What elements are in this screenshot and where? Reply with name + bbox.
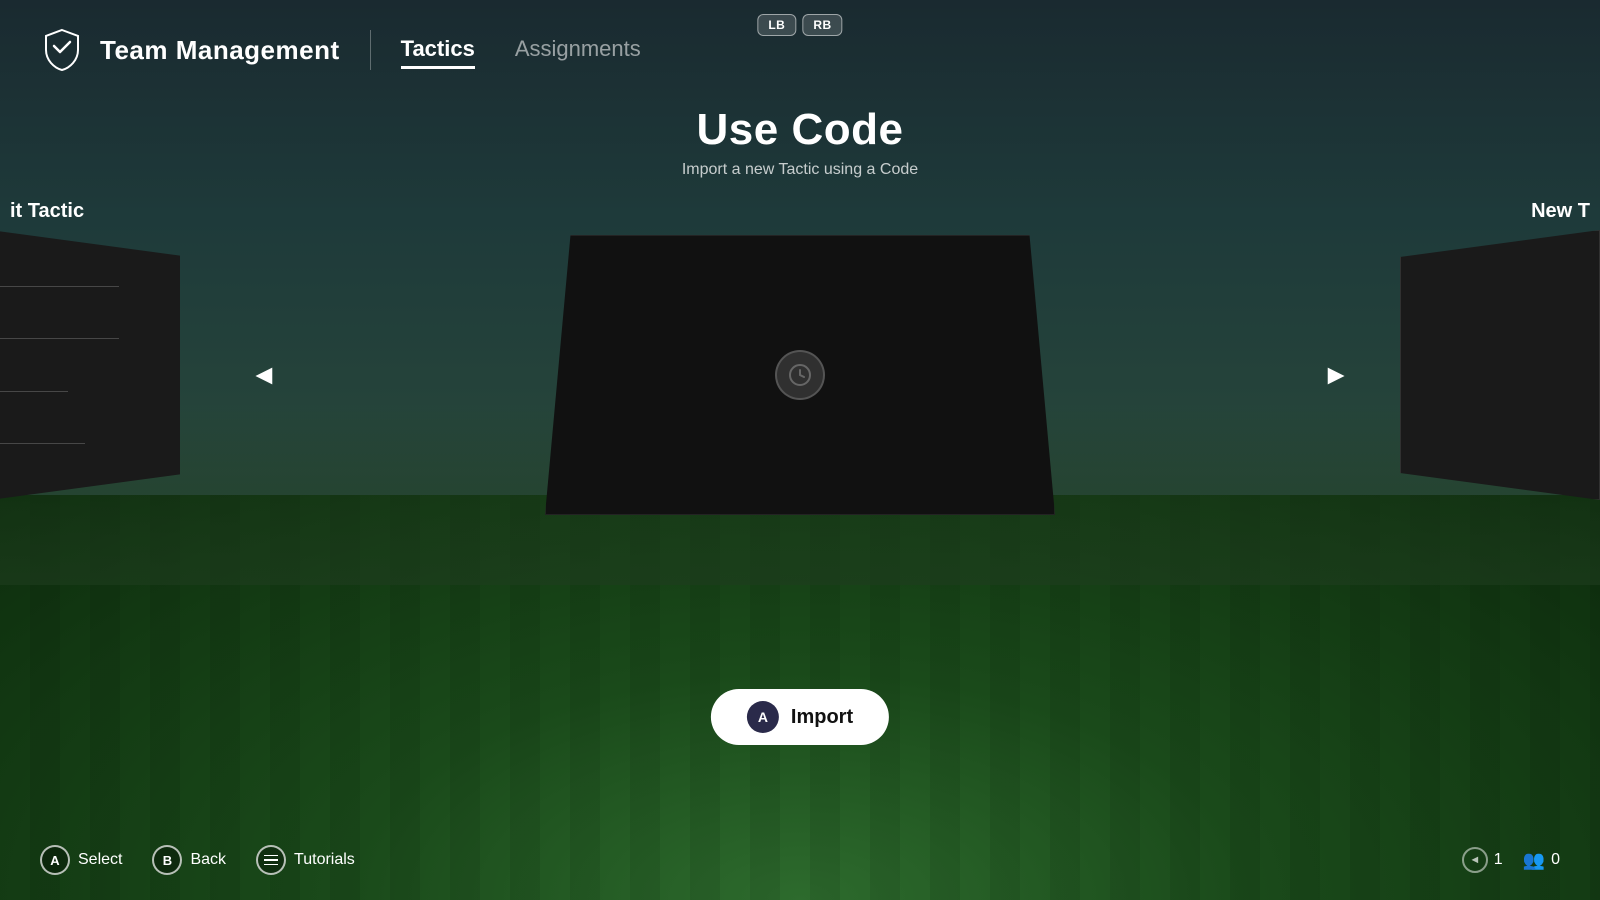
bottom-right-info: ◄ 1 👥 0	[1462, 847, 1560, 873]
people-number: 0	[1551, 851, 1560, 869]
tab-tactics[interactable]: Tactics	[401, 32, 475, 69]
select-label: Select	[78, 851, 122, 869]
nav-number: 1	[1494, 851, 1503, 869]
b-back-button[interactable]: B	[152, 845, 182, 875]
a-select-button[interactable]: A	[40, 845, 70, 875]
back-label: Back	[190, 851, 226, 869]
logo-area: Team Management	[40, 28, 340, 72]
import-button[interactable]: A Import	[711, 689, 889, 745]
left-card-shape	[0, 230, 180, 500]
a-btn-label: A	[50, 853, 59, 868]
bottom-controls: A Select B Back Tutorials	[40, 845, 355, 875]
import-label: Import	[791, 706, 853, 729]
right-card-shape	[1400, 230, 1600, 500]
field-line	[0, 443, 85, 444]
bottom-bar: A Select B Back Tutorials ◄ 1	[0, 820, 1600, 900]
page-title-area: Use Code Import a new Tactic using a Cod…	[682, 105, 918, 179]
people-icon: 👥	[1523, 850, 1545, 871]
header-divider	[370, 30, 371, 70]
arrow-left-button[interactable]: ◄	[250, 359, 278, 391]
app-title: Team Management	[100, 35, 340, 66]
a-button-label: A	[758, 709, 768, 725]
select-control: A Select	[40, 845, 122, 875]
field-lines-left	[0, 230, 180, 500]
nav-tabs: Tactics Assignments	[401, 32, 641, 69]
nav-left-icon: ◄	[1462, 847, 1488, 873]
field-line	[0, 391, 68, 392]
a-button-icon: A	[747, 701, 779, 733]
clock-icon	[788, 363, 812, 387]
b-btn-label: B	[163, 853, 172, 868]
tutorials-label: Tutorials	[294, 851, 355, 869]
left-card	[0, 230, 180, 500]
left-card-label: it Tactic	[10, 200, 84, 223]
right-card-label: New T	[1531, 200, 1590, 223]
menu-line	[264, 864, 278, 866]
right-card	[1400, 230, 1600, 500]
people-info-item: 👥 0	[1523, 850, 1560, 871]
page-title: Use Code	[682, 105, 918, 155]
field-line	[0, 286, 119, 287]
header: Team Management Tactics Assignments	[0, 0, 1600, 100]
carousel-area: it Tactic New T ◄ ►	[0, 210, 1600, 540]
main-card-icon	[775, 350, 825, 400]
field-line	[0, 338, 119, 339]
menu-line	[264, 859, 278, 861]
shield-icon	[40, 28, 84, 72]
tab-assignments[interactable]: Assignments	[515, 32, 641, 69]
menu-tutorials-button[interactable]	[256, 845, 286, 875]
import-button-area: A Import	[711, 689, 889, 745]
main-card[interactable]	[545, 235, 1055, 515]
back-control: B Back	[152, 845, 226, 875]
page-subtitle: Import a new Tactic using a Code	[682, 161, 918, 179]
tutorials-control: Tutorials	[256, 845, 355, 875]
nav-info-item: ◄ 1	[1462, 847, 1503, 873]
menu-line	[264, 855, 278, 857]
arrow-right-button[interactable]: ►	[1322, 359, 1350, 391]
